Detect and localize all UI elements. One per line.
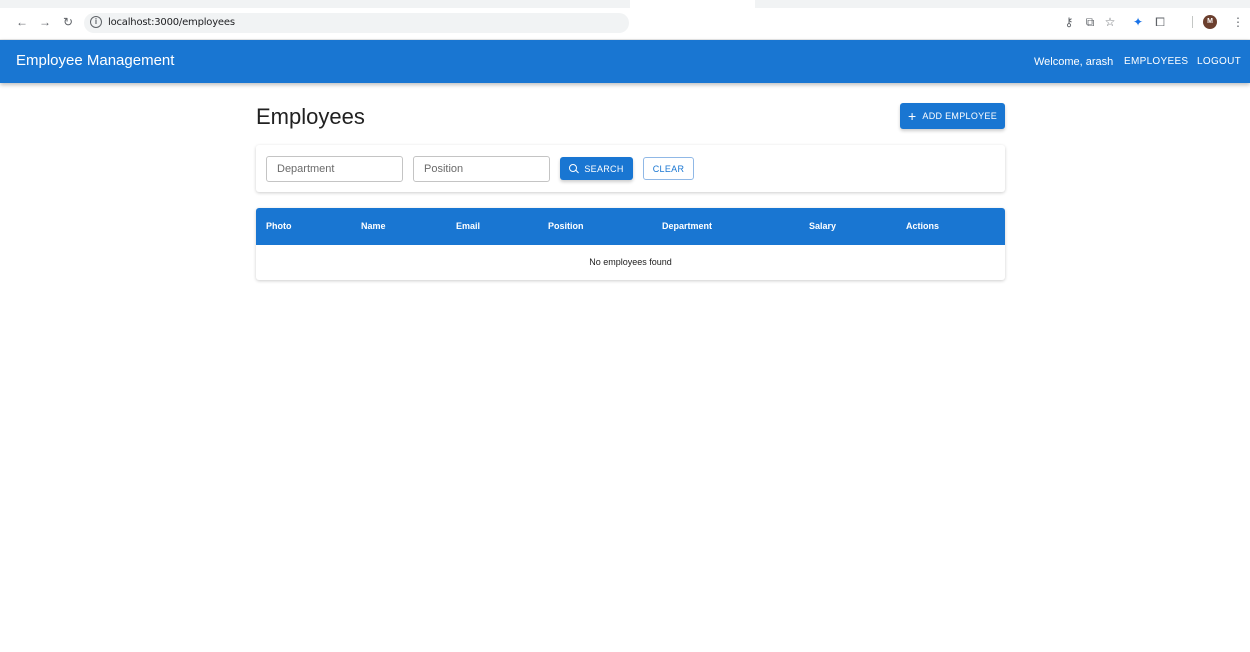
pinned-extension-icon[interactable]: ✦ (1130, 14, 1146, 30)
password-key-icon[interactable]: ⚷ (1061, 14, 1077, 30)
column-header-department: Department (662, 221, 713, 231)
position-input[interactable] (414, 157, 549, 181)
search-icon (569, 164, 578, 173)
profile-avatar[interactable]: M (1203, 15, 1217, 29)
extensions-puzzle-icon[interactable]: ⧠ (1152, 14, 1168, 30)
table-header-row: Photo Name Email Position Department Sal… (256, 208, 1005, 245)
app-bar: Employee Management Welcome, arash EMPLO… (0, 40, 1250, 83)
column-header-photo: Photo (266, 221, 292, 231)
active-tab[interactable] (630, 0, 755, 8)
back-icon[interactable]: ← (14, 14, 30, 30)
employees-table: Photo Name Email Position Department Sal… (256, 208, 1005, 280)
install-app-icon[interactable]: ⧉ (1082, 14, 1098, 30)
app-brand: Employee Management (16, 52, 175, 69)
nav-logout-link[interactable]: LOGOUT (1197, 55, 1241, 69)
column-header-salary: Salary (809, 221, 837, 231)
browser-toolbar: ← → ↻ i localhost:3000/employees ⚷ ⧉ ☆ ✦… (0, 0, 1250, 40)
toolbar-divider (1192, 16, 1193, 28)
filter-card: SEARCH CLEAR (256, 145, 1005, 192)
address-bar[interactable]: i localhost:3000/employees (84, 13, 629, 33)
department-input[interactable] (267, 157, 402, 181)
forward-icon[interactable]: → (37, 14, 53, 30)
tab-strip (0, 0, 1250, 8)
nav-employees-link[interactable]: EMPLOYEES (1124, 55, 1188, 69)
site-info-icon[interactable]: i (90, 16, 102, 28)
add-employee-label: ADD EMPLOYEE (922, 111, 998, 121)
search-label: SEARCH (584, 163, 624, 174)
add-employee-button[interactable]: + ADD EMPLOYEE (900, 103, 1005, 129)
plus-icon: + (907, 108, 917, 124)
page-title: Employees (256, 104, 365, 129)
column-header-email: Email (456, 221, 481, 231)
search-button[interactable]: SEARCH (560, 157, 633, 180)
browser-menu-icon[interactable]: ⋮ (1230, 14, 1246, 30)
bookmark-star-icon[interactable]: ☆ (1102, 14, 1118, 30)
column-header-actions: Actions (906, 221, 940, 231)
empty-state-message: No employees found (589, 257, 672, 267)
position-field[interactable] (413, 156, 550, 182)
column-header-position: Position (548, 221, 584, 231)
url-text[interactable]: localhost:3000/employees (108, 16, 235, 30)
clear-button[interactable]: CLEAR (643, 157, 694, 180)
department-field[interactable] (266, 156, 403, 182)
welcome-text: Welcome, arash (1034, 56, 1114, 68)
reload-icon[interactable]: ↻ (60, 14, 76, 30)
column-header-name: Name (361, 221, 386, 231)
